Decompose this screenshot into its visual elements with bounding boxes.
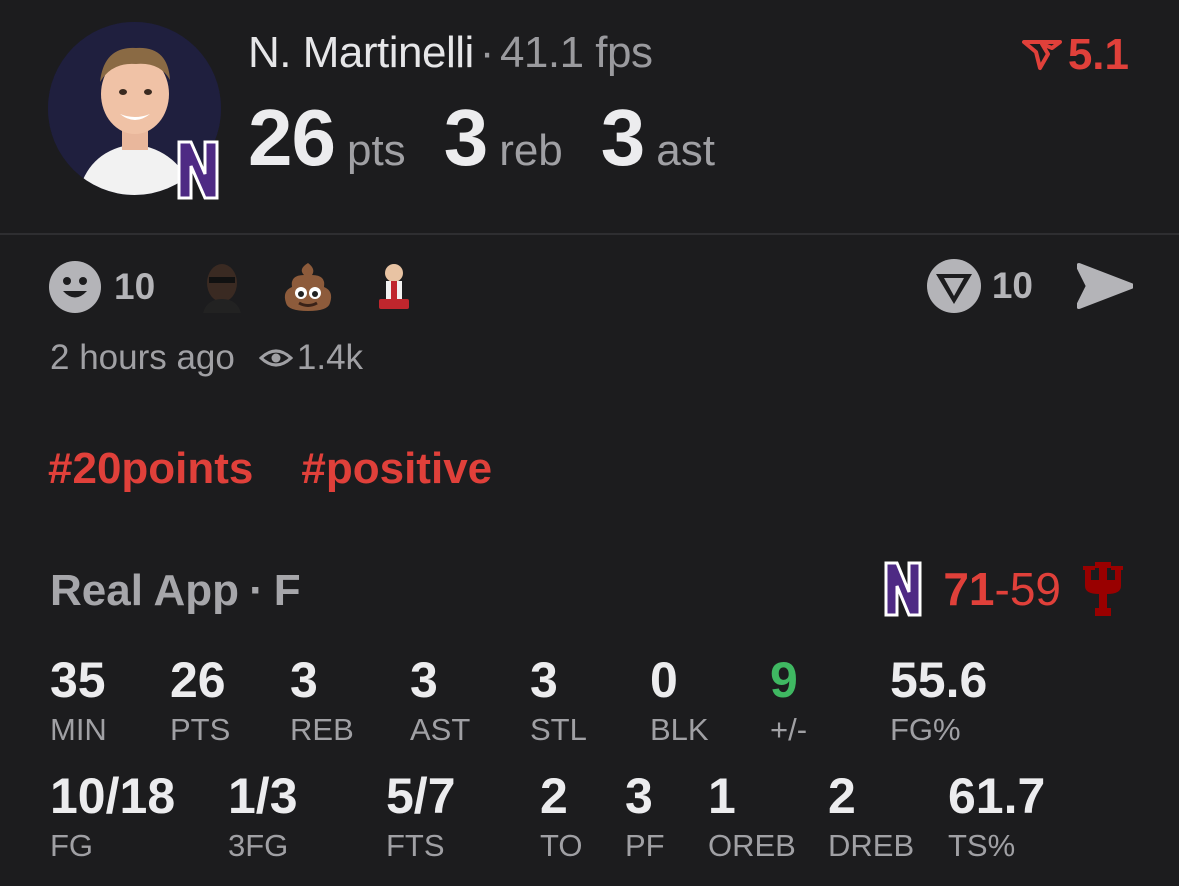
- headline-stats: 26 pts 3 reb 3 ast: [248, 92, 753, 184]
- stat-plus-minus-label: +/-: [770, 712, 808, 747]
- stat-to-label: TO: [540, 828, 583, 863]
- stat-reb-label: REB: [290, 712, 354, 747]
- stat-fts-value: 5/7: [386, 768, 456, 824]
- stat-ast: 3 AST: [410, 654, 470, 748]
- source-name: Real App: [50, 566, 240, 615]
- stat-fg: 10/18 FG: [50, 770, 175, 864]
- stat-fg-pct-value: 55.6: [890, 652, 988, 708]
- stat-pf: 3 PF: [625, 770, 665, 864]
- stat-fg-pct: 55.6 FG%: [890, 654, 987, 748]
- game-status: F: [273, 566, 301, 615]
- stat-oreb-label: OREB: [708, 828, 796, 863]
- game-score[interactable]: 71 - 59: [883, 560, 1127, 618]
- stat-stl: 3 STL: [530, 654, 587, 748]
- stat-pf-label: PF: [625, 828, 665, 863]
- headline-points-unit: pts: [346, 126, 406, 175]
- share-send-icon[interactable]: [1077, 262, 1133, 310]
- trend-value: 5.1: [1067, 30, 1129, 79]
- stat-dreb: 2 DREB: [828, 770, 914, 864]
- post-meta: 2 hours ago 1.4k: [50, 338, 363, 378]
- stat-reb-value: 3: [290, 652, 318, 708]
- stat-to: 2 TO: [540, 770, 583, 864]
- hashtag-list: #20points #positive: [48, 444, 492, 494]
- stat-min-value: 35: [50, 652, 106, 708]
- stat-ts-pct-label: TS%: [948, 828, 1016, 863]
- stat-ast-value: 3: [410, 652, 438, 708]
- stat-dreb-value: 2: [828, 768, 856, 824]
- stat-oreb-value: 1: [708, 768, 736, 824]
- trend-indicator: 5.1: [1021, 30, 1129, 80]
- stat-pts-label: PTS: [170, 712, 231, 747]
- smiley-reaction-count[interactable]: 10: [114, 266, 155, 308]
- eye-icon: [258, 349, 293, 367]
- smiley-reaction-icon[interactable]: [48, 260, 102, 314]
- stat-3fg-value: 1/3: [228, 768, 298, 824]
- view-count: 1.4k: [296, 338, 364, 377]
- reaction-bar: 10: [48, 260, 453, 314]
- stat-to-value: 2: [540, 768, 568, 824]
- stat-ts-pct: 61.7 TS%: [948, 770, 1045, 864]
- stat-stl-label: STL: [530, 712, 587, 747]
- stat-plus-minus-value: 9: [770, 652, 798, 708]
- score-dash: -: [994, 563, 1010, 615]
- own-team-score: 71: [943, 563, 995, 615]
- stat-pf-value: 3: [625, 768, 653, 824]
- stat-ts-pct-value: 61.7: [948, 768, 1046, 824]
- post-actions: 10: [926, 258, 1133, 314]
- headline-rebounds-unit: reb: [499, 126, 563, 175]
- hashtag-positive[interactable]: #positive: [301, 444, 492, 494]
- name-separator: ·: [479, 28, 495, 77]
- stat-3fg-label: 3FG: [228, 828, 289, 863]
- stat-dreb-label: DREB: [828, 828, 915, 863]
- source-separator: ·: [249, 566, 264, 615]
- stat-pts-value: 26: [170, 652, 226, 708]
- person-reaction-icon[interactable]: [199, 261, 245, 313]
- stat-fg-label: FG: [50, 828, 94, 863]
- team-logo-northwestern: [175, 138, 221, 202]
- fps-value: 41.1 fps: [499, 28, 653, 77]
- game-source-line: Real App · F: [50, 566, 301, 616]
- stat-min: 35 MIN: [50, 654, 107, 748]
- stat-blk-label: BLK: [650, 712, 709, 747]
- stat-fts: 5/7 FTS: [386, 770, 456, 864]
- stat-plus-minus: 9 +/-: [770, 654, 807, 748]
- trend-down-icon: [1021, 40, 1062, 70]
- bobblehead-reaction-icon[interactable]: [371, 261, 417, 313]
- stat-oreb: 1 OREB: [708, 770, 796, 864]
- stat-fg-value: 10/18: [50, 768, 176, 824]
- hashtag-20points[interactable]: #20points: [48, 444, 253, 494]
- stat-fg-pct-label: FG%: [890, 712, 961, 747]
- stat-stl-value: 3: [530, 652, 558, 708]
- opponent-score: 59: [1009, 563, 1061, 615]
- headline-assists-value: 3: [600, 93, 645, 182]
- player-name[interactable]: N. Martinelli: [248, 28, 474, 77]
- headline-rebounds-value: 3: [443, 93, 488, 182]
- stat-ast-label: AST: [410, 712, 471, 747]
- vote-icon[interactable]: [926, 258, 982, 314]
- stat-blk-value: 0: [650, 652, 678, 708]
- post-timestamp: 2 hours ago: [50, 338, 235, 377]
- team-logo-northwestern: [884, 561, 922, 617]
- poop-emoji-icon[interactable]: [281, 261, 335, 313]
- headline-assists-unit: ast: [656, 126, 715, 175]
- vote-count[interactable]: 10: [992, 265, 1033, 307]
- header-divider: [0, 233, 1179, 235]
- stat-min-label: MIN: [50, 712, 107, 747]
- stat-pts: 26 PTS: [170, 654, 230, 748]
- stat-3fg: 1/3 3FG: [228, 770, 298, 864]
- player-name-line[interactable]: N. Martinelli · 41.1 fps: [248, 28, 653, 78]
- stat-fts-label: FTS: [386, 828, 445, 863]
- stat-blk: 0 BLK: [650, 654, 709, 748]
- headline-points-value: 26: [248, 93, 336, 182]
- stat-reb: 3 REB: [290, 654, 354, 748]
- team-logo-indiana: [1083, 562, 1123, 616]
